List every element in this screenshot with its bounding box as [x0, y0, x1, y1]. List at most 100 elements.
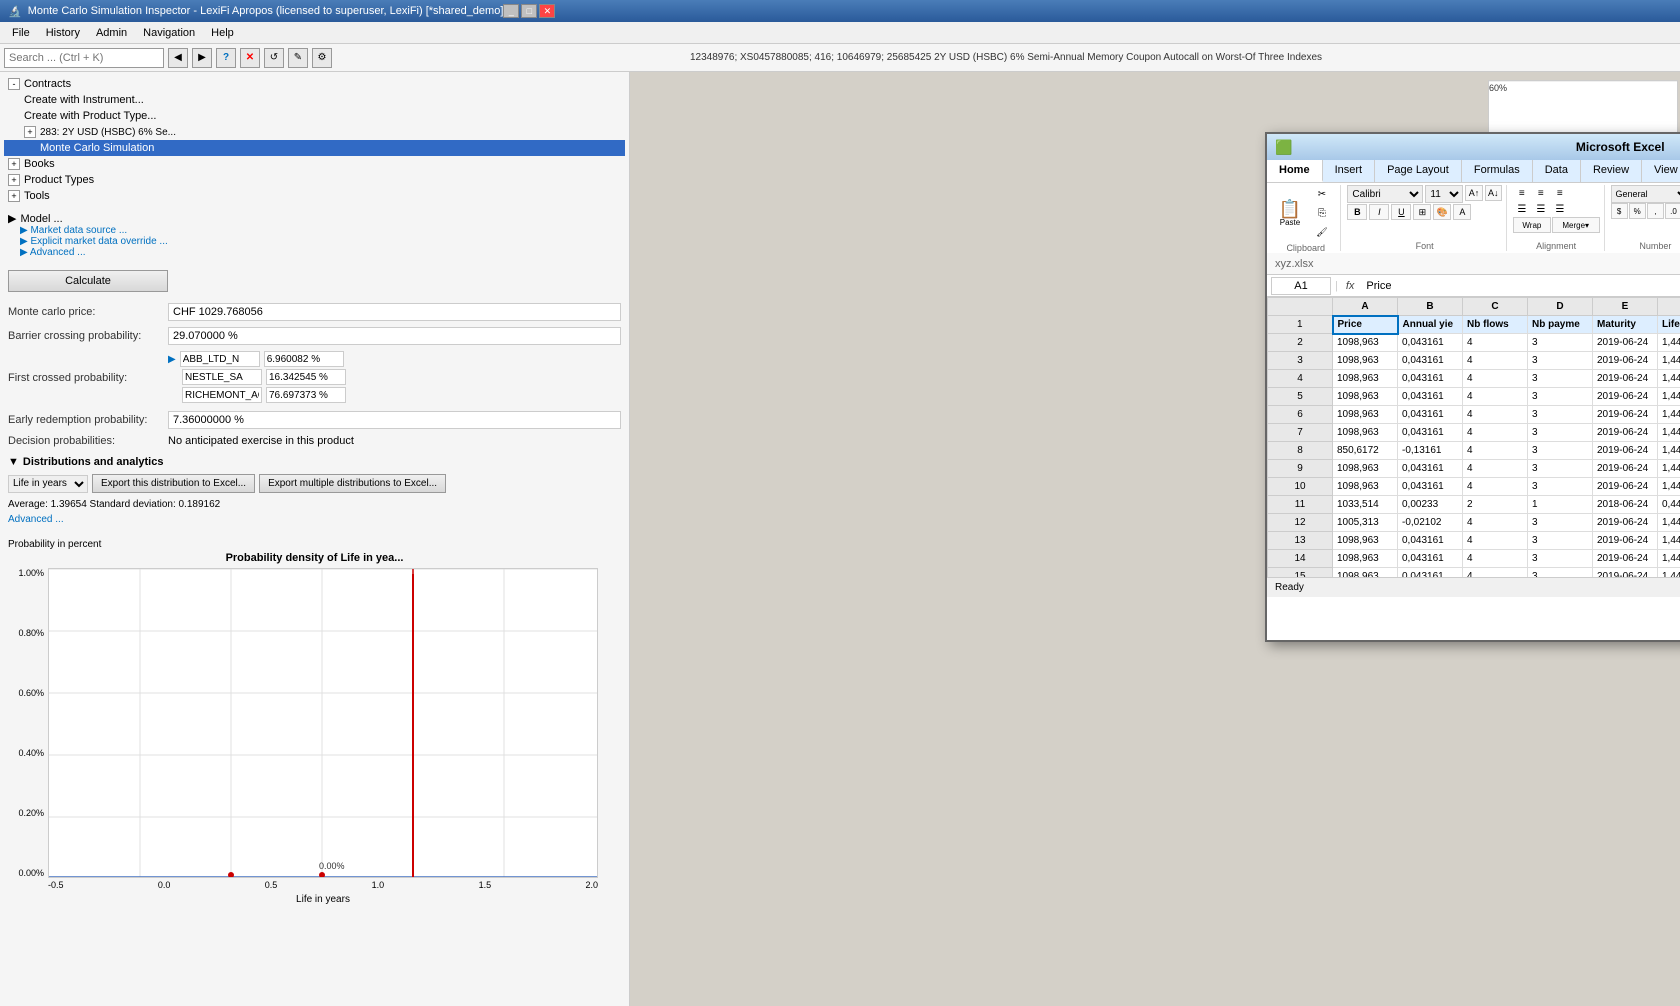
cell-r5-c1[interactable]: 0,043161: [1398, 388, 1463, 406]
spreadsheet[interactable]: A B C D E F G H I J K L M: [1267, 297, 1680, 577]
align-top-left-btn[interactable]: ≡: [1513, 185, 1531, 201]
cell-r10-c4[interactable]: 2019-06-24: [1593, 478, 1658, 496]
cell-r11-c5[interactable]: 0,446575: [1658, 496, 1680, 514]
cell-r4-c4[interactable]: 2019-06-24: [1593, 370, 1658, 388]
cell-r4-c1[interactable]: 0,043161: [1398, 370, 1463, 388]
stock-nestle-name[interactable]: [182, 369, 262, 385]
tab-data[interactable]: Data: [1533, 160, 1581, 182]
cell-r15-c1[interactable]: 0,043161: [1398, 568, 1463, 578]
tool1-btn[interactable]: ✎: [288, 48, 308, 68]
cell-r15-c0[interactable]: 1098,963: [1333, 568, 1398, 578]
col-E[interactable]: E: [1593, 298, 1658, 316]
cell-r11-c2[interactable]: 2: [1463, 496, 1528, 514]
cell-r11-c3[interactable]: 1: [1528, 496, 1593, 514]
market-data-source[interactable]: ▶ Market data source ...: [8, 225, 621, 236]
tree-product-types[interactable]: + Product Types: [4, 172, 625, 188]
row-header-8[interactable]: 8: [1268, 442, 1333, 460]
cell-r14-c4[interactable]: 2019-06-24: [1593, 550, 1658, 568]
row-header-5[interactable]: 5: [1268, 388, 1333, 406]
cell-r5-c5[interactable]: 1,446575: [1658, 388, 1680, 406]
cell-r10-c0[interactable]: 1098,963: [1333, 478, 1398, 496]
col-A[interactable]: A: [1333, 298, 1398, 316]
model-header[interactable]: ▶ Model ...: [8, 212, 621, 225]
cell-r14-c2[interactable]: 4: [1463, 550, 1528, 568]
row-header-10[interactable]: 10: [1268, 478, 1333, 496]
font-color-btn[interactable]: A: [1453, 204, 1471, 220]
paste-btn[interactable]: 📋 Paste: [1275, 185, 1305, 241]
cell-r3-c1[interactable]: 0,043161: [1398, 352, 1463, 370]
stock-richemont-name[interactable]: [182, 387, 262, 403]
copy-btn[interactable]: ⎘: [1307, 204, 1337, 222]
cell-reference-input[interactable]: [1271, 277, 1331, 295]
cell-r5-c2[interactable]: 4: [1463, 388, 1528, 406]
align-top-right-btn[interactable]: ≡: [1551, 185, 1569, 201]
distributions-header[interactable]: ▼ Distributions and analytics: [8, 454, 621, 470]
barrier-crossing-value[interactable]: [168, 327, 621, 345]
cell-r1-c1[interactable]: Annual yie: [1398, 316, 1463, 334]
cell-r13-c0[interactable]: 1098,963: [1333, 532, 1398, 550]
cell-r13-c1[interactable]: 0,043161: [1398, 532, 1463, 550]
cell-r1-c5[interactable]: Life in yea: [1658, 316, 1680, 334]
stock-abb-value[interactable]: [264, 351, 344, 367]
tree-create-instrument[interactable]: Create with Instrument...: [4, 92, 625, 108]
italic-btn[interactable]: I: [1369, 204, 1389, 220]
cell-r15-c2[interactable]: 4: [1463, 568, 1528, 578]
col-B[interactable]: B: [1398, 298, 1463, 316]
fill-color-btn[interactable]: 🎨: [1433, 204, 1451, 220]
row-header-14[interactable]: 14: [1268, 550, 1333, 568]
row-header-1[interactable]: 1: [1268, 316, 1333, 334]
cell-r15-c3[interactable]: 3: [1528, 568, 1593, 578]
refresh-btn[interactable]: ↺: [264, 48, 284, 68]
export-distribution-btn[interactable]: Export this distribution to Excel...: [92, 474, 255, 493]
bold-btn[interactable]: B: [1347, 204, 1367, 220]
cell-r15-c4[interactable]: 2019-06-24: [1593, 568, 1658, 578]
cell-r6-c4[interactable]: 2019-06-24: [1593, 406, 1658, 424]
cell-r7-c5[interactable]: 1,446575: [1658, 424, 1680, 442]
col-F[interactable]: F: [1658, 298, 1680, 316]
cell-r9-c4[interactable]: 2019-06-24: [1593, 460, 1658, 478]
item-283-toggle[interactable]: +: [24, 126, 36, 138]
cell-r4-c5[interactable]: 1,446575: [1658, 370, 1680, 388]
cell-r8-c2[interactable]: 4: [1463, 442, 1528, 460]
menu-history[interactable]: History: [38, 25, 88, 41]
row-header-9[interactable]: 9: [1268, 460, 1333, 478]
help-btn[interactable]: ?: [216, 48, 236, 68]
menu-navigation[interactable]: Navigation: [135, 25, 203, 41]
cell-r5-c3[interactable]: 3: [1528, 388, 1593, 406]
tab-formulas[interactable]: Formulas: [1462, 160, 1533, 182]
cell-r10-c2[interactable]: 4: [1463, 478, 1528, 496]
row-header-11[interactable]: 11: [1268, 496, 1333, 514]
back-btn[interactable]: ◀: [168, 48, 188, 68]
cell-r10-c5[interactable]: 1,446575: [1658, 478, 1680, 496]
cell-r6-c3[interactable]: 3: [1528, 406, 1593, 424]
number-format-select[interactable]: General: [1611, 185, 1680, 203]
cell-r3-c5[interactable]: 1,446575: [1658, 352, 1680, 370]
align-top-center-btn[interactable]: ≡: [1532, 185, 1550, 201]
cell-r2-c5[interactable]: 1,446575: [1658, 334, 1680, 352]
cell-r5-c4[interactable]: 2019-06-24: [1593, 388, 1658, 406]
cell-r8-c3[interactable]: 3: [1528, 442, 1593, 460]
cell-r7-c3[interactable]: 3: [1528, 424, 1593, 442]
row-header-13[interactable]: 13: [1268, 532, 1333, 550]
font-size-select[interactable]: 11: [1425, 185, 1463, 203]
close-btn[interactable]: ✕: [539, 4, 555, 18]
cell-r12-c0[interactable]: 1005,313: [1333, 514, 1398, 532]
align-right-btn[interactable]: ☰: [1551, 201, 1569, 217]
cell-r9-c1[interactable]: 0,043161: [1398, 460, 1463, 478]
merge-btn[interactable]: Merge▾: [1552, 217, 1600, 233]
cell-r10-c1[interactable]: 0,043161: [1398, 478, 1463, 496]
cell-r6-c2[interactable]: 4: [1463, 406, 1528, 424]
row-header-12[interactable]: 12: [1268, 514, 1333, 532]
cell-r7-c2[interactable]: 4: [1463, 424, 1528, 442]
cell-r9-c2[interactable]: 4: [1463, 460, 1528, 478]
cell-r15-c5[interactable]: 1,446575: [1658, 568, 1680, 578]
cell-r13-c3[interactable]: 3: [1528, 532, 1593, 550]
cell-r13-c2[interactable]: 4: [1463, 532, 1528, 550]
cell-r1-c0[interactable]: Price: [1333, 316, 1398, 334]
cell-r8-c0[interactable]: 850,6172: [1333, 442, 1398, 460]
cell-r8-c1[interactable]: -0,13161: [1398, 442, 1463, 460]
cell-r8-c5[interactable]: 1,446575: [1658, 442, 1680, 460]
cell-r9-c3[interactable]: 3: [1528, 460, 1593, 478]
percent-btn[interactable]: %: [1629, 203, 1646, 219]
cell-r1-c4[interactable]: Maturity: [1593, 316, 1658, 334]
